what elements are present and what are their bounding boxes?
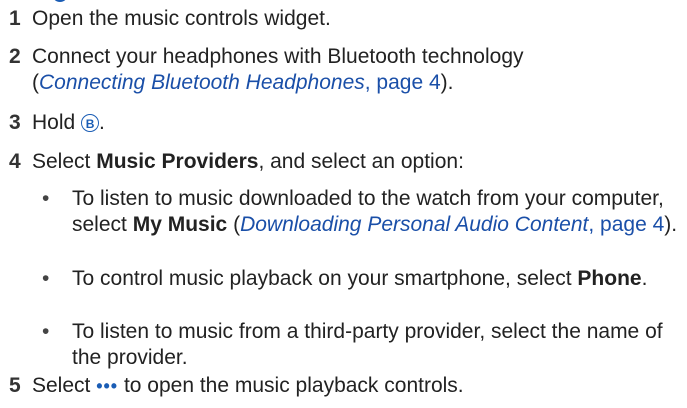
b-button-icon: B — [81, 114, 100, 132]
step-number: 2 — [9, 45, 21, 68]
step-number: 3 — [9, 111, 21, 134]
step-number: 1 — [9, 7, 21, 30]
cut-off-icon — [52, 0, 68, 2]
option-text: To listen to music from a third-party pr… — [72, 320, 663, 369]
option-text: To control music playback on your smartp… — [72, 267, 648, 290]
option-text: To listen to music downloaded to the wat… — [72, 187, 678, 236]
step-text: Connect your headphones with Bluetooth t… — [32, 45, 524, 94]
bullet: • — [42, 267, 50, 290]
step-text: Select Music Providers, and select an op… — [32, 150, 464, 173]
step-number: 4 — [9, 150, 21, 173]
step-number: 5 — [9, 374, 21, 397]
step-text: Open the music controls widget. — [32, 7, 331, 30]
bullet: • — [42, 187, 50, 210]
more-options-icon: ••• — [96, 376, 119, 396]
bullet: • — [42, 320, 50, 343]
step-text: Select ••• to open the music playback co… — [32, 374, 464, 397]
step-text: Hold B. — [32, 111, 105, 134]
link-downloading-personal-audio-content[interactable]: Downloading Personal Audio Content, page… — [240, 213, 664, 236]
link-connecting-bluetooth-headphones[interactable]: Connecting Bluetooth Headphones, page 4 — [39, 71, 441, 94]
